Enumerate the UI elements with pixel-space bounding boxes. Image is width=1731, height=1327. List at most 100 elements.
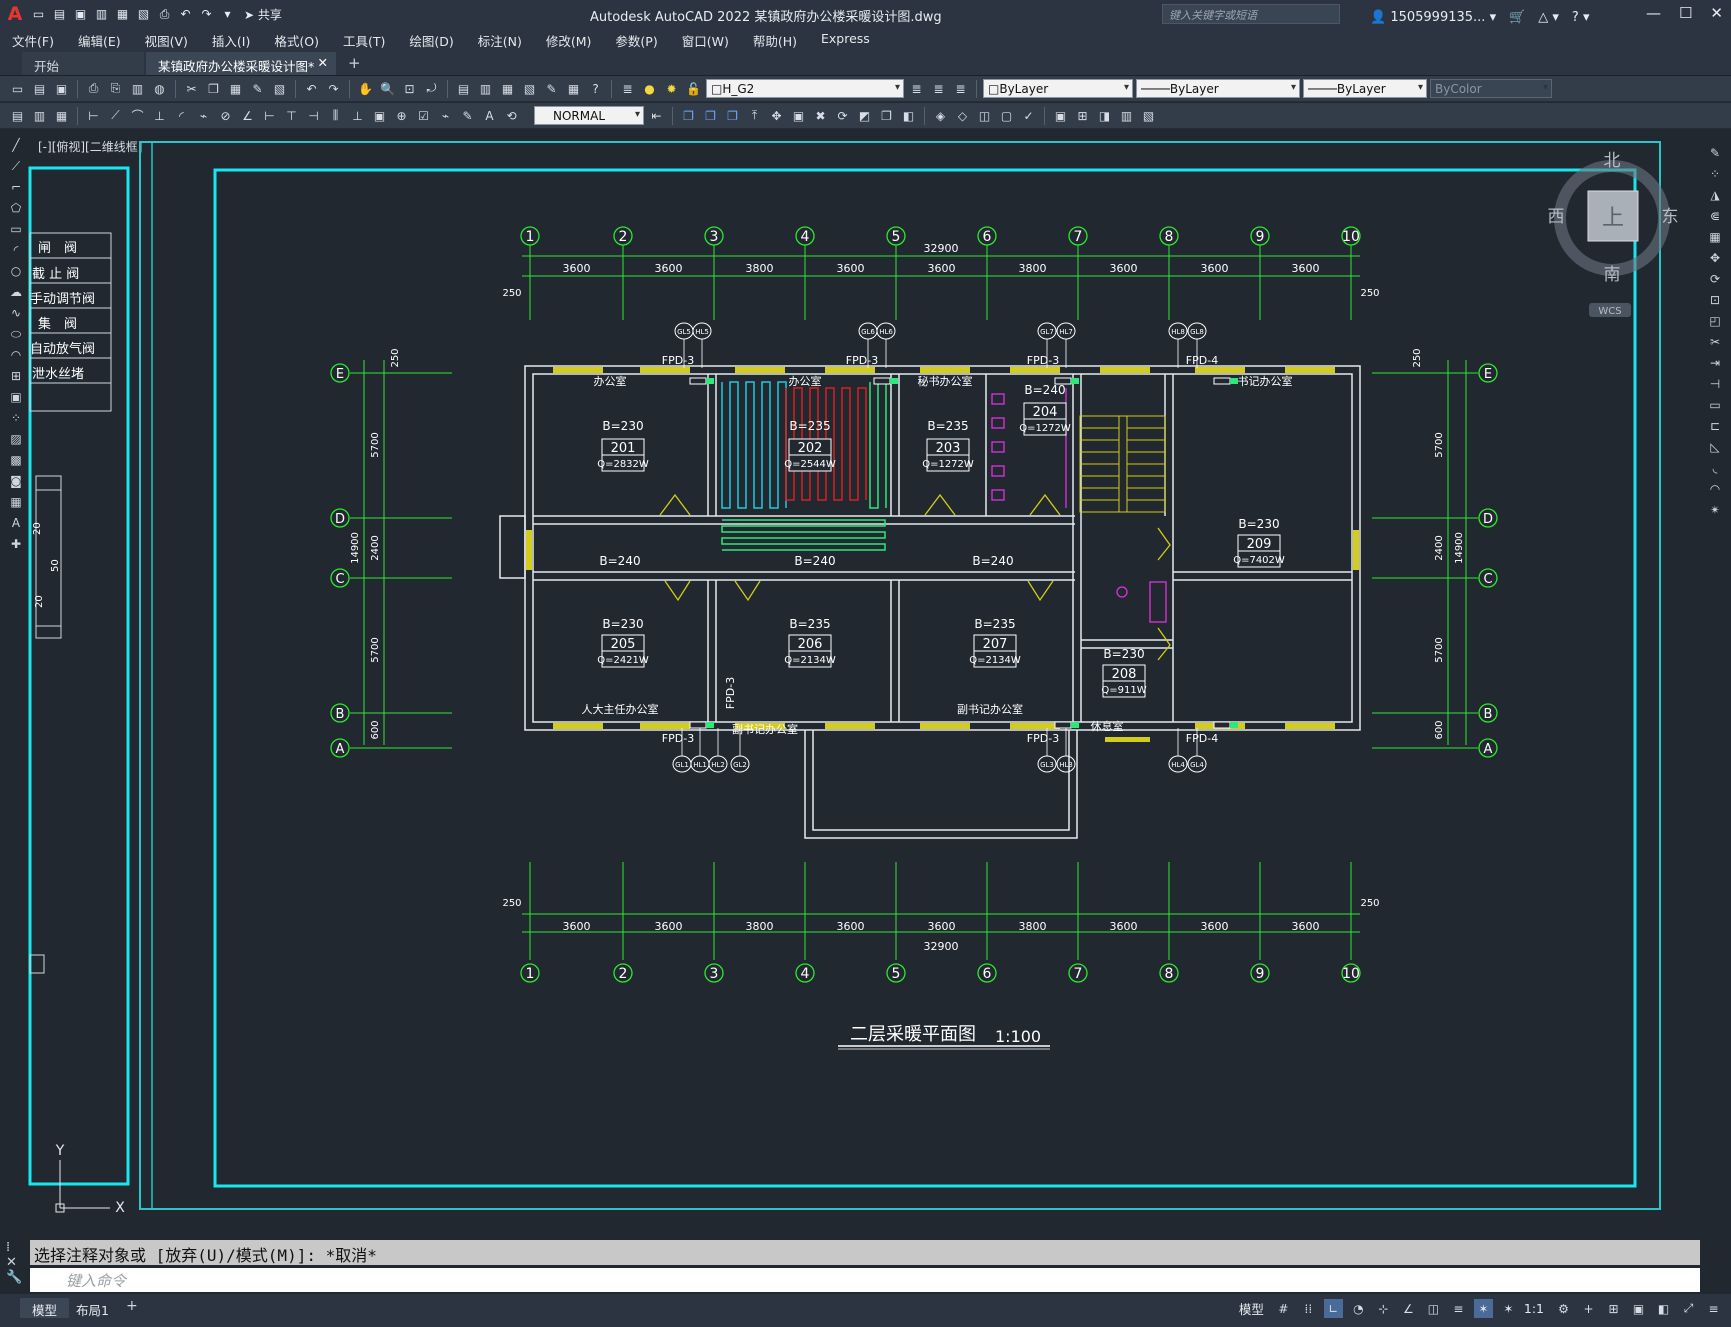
web-save-icon[interactable]: ▧ [135, 6, 152, 23]
inspect-icon[interactable]: ☑ [414, 106, 433, 125]
menu-modify[interactable]: 修改(M) [534, 28, 604, 50]
units-icon[interactable]: ⊞ [1604, 1299, 1623, 1318]
spline-icon[interactable]: ∿ [7, 304, 25, 322]
jogged-dim-icon[interactable]: ⌁ [194, 106, 213, 125]
polar-icon[interactable]: ◔ [1349, 1299, 1368, 1318]
linetype-dropdown[interactable]: ──── ByLayer ▾ [1136, 79, 1300, 98]
blend-icon[interactable]: ◠ [1706, 480, 1724, 498]
annotation-scale-icon[interactable]: ✶ [1499, 1299, 1518, 1318]
ellipse-arc-icon[interactable]: ◠ [7, 346, 25, 364]
open-icon[interactable]: ▤ [51, 6, 68, 23]
revcloud-icon[interactable]: ☁ [7, 283, 25, 301]
command-line-handle[interactable]: ⁞ ✕ 🔧 [6, 1240, 26, 1285]
layer-dropdown[interactable]: □ H_G2 ▾ [706, 79, 904, 98]
fullscreen-icon[interactable]: ⤢ [1679, 1299, 1698, 1318]
maximize-button[interactable]: ☐ [1679, 4, 1692, 22]
user-account[interactable]: 👤 1505999135... ▾ 🛒 △ ▾ ? ▾ [1370, 6, 1590, 25]
chamfer-icon[interactable]: ◺ [1706, 438, 1724, 456]
center-mark-icon[interactable]: ⊕ [392, 106, 411, 125]
insert-block-icon[interactable]: ⊞ [1073, 106, 1092, 125]
close-tab-icon[interactable]: ✕ [318, 55, 328, 70]
gradient-icon[interactable]: ▩ [7, 451, 25, 469]
baseline-dim-icon[interactable]: ⊤ [282, 106, 301, 125]
osnap-tracking-icon[interactable]: ∠ [1399, 1299, 1418, 1318]
model-space-label[interactable]: 模型 [1239, 1299, 1264, 1318]
draw-tool-icon[interactable]: ▤ [8, 106, 27, 125]
ortho-icon[interactable]: ∟ [1323, 1299, 1343, 1318]
extrude-faces-icon[interactable]: ⤒ [745, 106, 764, 125]
drawing-viewport[interactable] [30, 134, 1696, 1234]
tab-layout1[interactable]: 布局1 [64, 1298, 121, 1318]
circle-icon[interactable]: ○ [7, 262, 25, 280]
lineweight-dropdown[interactable]: ──── ByLayer ▾ [1303, 79, 1427, 98]
make-current-layer-icon[interactable]: ≣ [907, 79, 926, 98]
delete-faces-icon[interactable]: ✖ [811, 106, 830, 125]
copy-faces-icon[interactable]: ❐ [877, 106, 896, 125]
annotation-scale-value[interactable]: 1:1 [1524, 1301, 1544, 1316]
ellipse-icon[interactable]: ⬭ [7, 325, 25, 343]
tolerance-icon[interactable]: ▣ [370, 106, 389, 125]
dim-style-icon[interactable]: ⇤ [647, 106, 666, 125]
continue-dim-icon[interactable]: ⊣ [304, 106, 323, 125]
extend-icon[interactable]: ⇥ [1706, 354, 1724, 372]
osnap-icon[interactable]: ◫ [1424, 1299, 1443, 1318]
color-dropdown[interactable]: □ ByLayer ▾ [983, 79, 1133, 98]
design-center-icon[interactable]: ▥ [476, 79, 495, 98]
markup-icon[interactable]: ✎ [542, 79, 561, 98]
imprint-icon[interactable]: ◈ [931, 106, 950, 125]
layer-lock-icon[interactable]: 🔓 [684, 79, 703, 98]
polygon-icon[interactable]: ⬠ [7, 199, 25, 217]
3d-print-icon[interactable]: ◍ [150, 79, 169, 98]
layer-states-icon[interactable]: ≣ [951, 79, 970, 98]
zoom-realtime-icon[interactable]: 🔍 [378, 79, 397, 98]
dim-break-icon[interactable]: ⊥ [348, 106, 367, 125]
publish-icon[interactable]: ▥ [128, 79, 147, 98]
menu-file[interactable]: 文件(F) [0, 28, 66, 50]
menu-insert[interactable]: 插入(I) [200, 28, 262, 50]
annotation-monitor-icon[interactable]: + [1579, 1299, 1598, 1318]
plotstyle-dropdown[interactable]: ByColor ▾ [1430, 79, 1552, 98]
undo-icon[interactable]: ↶ [177, 6, 194, 23]
explode-icon[interactable]: ✴ [1706, 501, 1724, 519]
rectangle-icon[interactable]: ▭ [7, 220, 25, 238]
copy-icon[interactable]: ❐ [204, 79, 223, 98]
command-input[interactable]: 键入命令 [30, 1268, 1700, 1292]
pan-icon[interactable]: ✋ [356, 79, 375, 98]
erase-icon[interactable]: ✎ [1706, 144, 1724, 162]
clean-icon[interactable]: ◇ [953, 106, 972, 125]
calculator-icon[interactable]: ▦ [564, 79, 583, 98]
hatch-icon[interactable]: ▨ [7, 430, 25, 448]
linear-dim-icon[interactable]: ⊢ [84, 106, 103, 125]
mirror-icon[interactable]: ◮ [1706, 186, 1724, 204]
share-button[interactable]: ➤ 共享 [244, 6, 282, 23]
quick-dim-icon[interactable]: ⊢ [260, 106, 279, 125]
open-file-icon[interactable]: ▤ [30, 79, 49, 98]
table-icon[interactable]: ▦ [7, 493, 25, 511]
copy-object-icon[interactable]: ⁘ [1706, 165, 1724, 183]
text-tool-icon[interactable]: ▥ [30, 106, 49, 125]
sheet-set-icon[interactable]: ▧ [520, 79, 539, 98]
construction-line-icon[interactable]: ⟋ [7, 157, 25, 175]
menu-edit[interactable]: 编辑(E) [66, 28, 133, 50]
workspace-gear-icon[interactable]: ⚙ [1554, 1299, 1573, 1318]
layer-properties-icon[interactable]: ≣ [618, 79, 637, 98]
angular-dim-icon[interactable]: ∠ [238, 106, 257, 125]
point-icon[interactable]: ⁘ [7, 409, 25, 427]
menu-tools[interactable]: 工具(T) [331, 28, 397, 50]
undo-tool-icon[interactable]: ↶ [302, 79, 321, 98]
fillet-icon[interactable]: ◟ [1706, 459, 1724, 477]
polyline-icon[interactable]: ⌐ [7, 178, 25, 196]
snap-icon[interactable]: ⁞⁞ [1299, 1299, 1318, 1318]
annotation-visibility-icon[interactable]: ✶ [1473, 1299, 1493, 1318]
dim-space-icon[interactable]: ⫼ [326, 106, 345, 125]
table-tool-icon[interactable]: ▦ [52, 106, 71, 125]
layer-freeze-icon[interactable]: ✹ [662, 79, 681, 98]
diameter-dim-icon[interactable]: ⊘ [216, 106, 235, 125]
move-faces-icon[interactable]: ✥ [767, 106, 786, 125]
make-block-icon[interactable]: ▣ [7, 388, 25, 406]
tab-model[interactable]: 模型 [20, 1298, 70, 1318]
join-icon[interactable]: ⊏ [1706, 417, 1724, 435]
menu-help[interactable]: 帮助(H) [741, 28, 809, 50]
lineweight-icon[interactable]: ≡ [1449, 1299, 1468, 1318]
attribute-icon[interactable]: ◨ [1095, 106, 1114, 125]
